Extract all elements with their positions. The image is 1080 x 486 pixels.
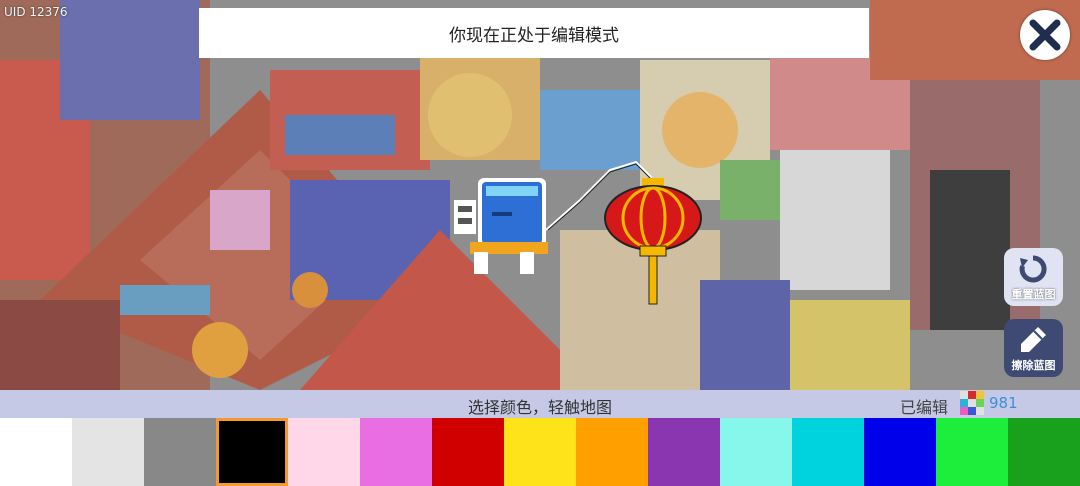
color-swatch[interactable]	[72, 418, 144, 486]
erase-blueprint-label: 擦除蓝图	[1011, 359, 1056, 372]
pixel-grid-icon	[960, 391, 984, 415]
canvas-art	[0, 0, 1080, 390]
pencil-icon	[1018, 325, 1048, 358]
color-swatch[interactable]	[1008, 418, 1080, 486]
pixel-canvas[interactable]	[0, 0, 1080, 390]
color-swatch[interactable]	[936, 418, 1008, 486]
color-swatch[interactable]	[504, 418, 576, 486]
color-swatch[interactable]	[360, 418, 432, 486]
rotate-icon	[1018, 254, 1048, 287]
color-swatch[interactable]	[576, 418, 648, 486]
color-swatch[interactable]	[792, 418, 864, 486]
edit-mode-banner: 你现在正处于编辑模式	[199, 8, 869, 58]
color-swatch[interactable]	[648, 418, 720, 486]
uid-label: UID 12376	[4, 5, 68, 19]
status-bar: 选择颜色，轻触地图 已编辑 981	[0, 390, 1080, 418]
color-swatch[interactable]	[288, 418, 360, 486]
color-swatch[interactable]	[432, 418, 504, 486]
color-swatch[interactable]	[0, 418, 72, 486]
game-screen: UID 12376 你现在正处于编辑模式 重置蓝图 擦除蓝图 选择颜色，轻触地图…	[0, 0, 1080, 486]
close-icon	[1029, 19, 1061, 51]
edited-label: 已编辑	[900, 398, 949, 417]
color-swatch[interactable]	[144, 418, 216, 486]
edited-count: 981	[989, 394, 1018, 412]
close-button[interactable]	[1020, 10, 1070, 60]
reset-blueprint-button[interactable]: 重置蓝图	[1004, 248, 1063, 306]
color-swatch[interactable]	[720, 418, 792, 486]
color-palette	[0, 418, 1080, 486]
erase-blueprint-button[interactable]: 擦除蓝图	[1004, 319, 1063, 377]
color-swatch[interactable]	[864, 418, 936, 486]
reset-blueprint-label: 重置蓝图	[1011, 288, 1056, 301]
color-swatch[interactable]	[216, 418, 288, 486]
